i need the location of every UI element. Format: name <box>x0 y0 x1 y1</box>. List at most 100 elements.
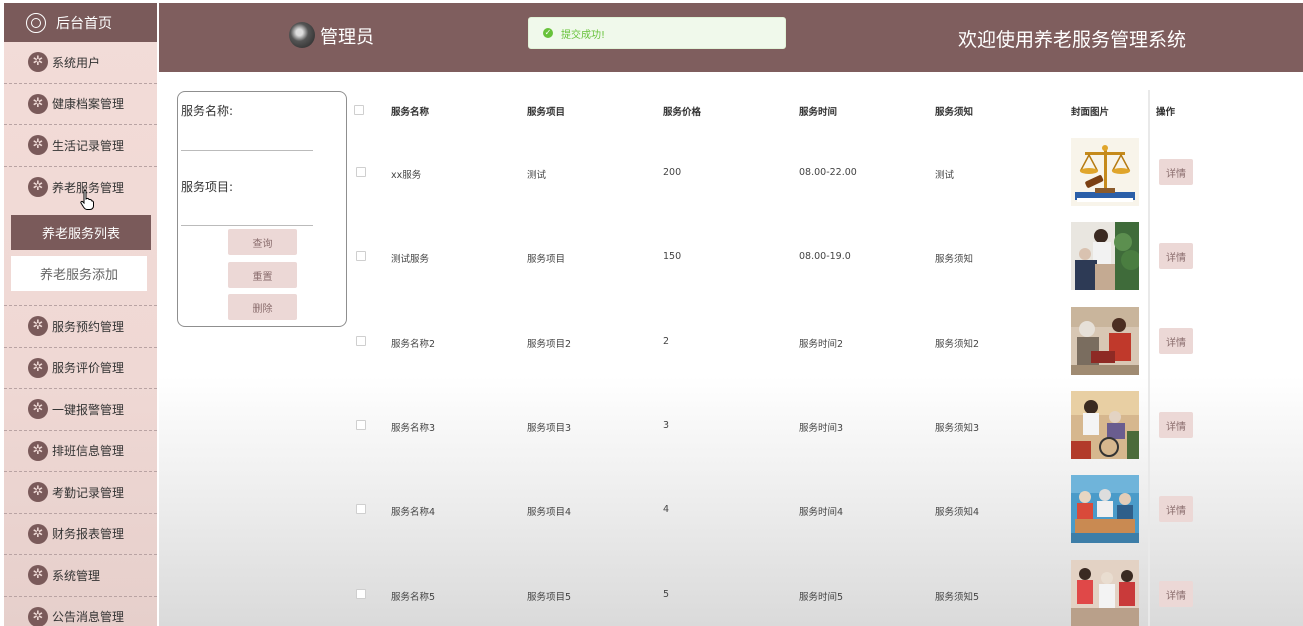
cover-image-group-table <box>1071 475 1139 543</box>
actions-column-divider <box>1148 90 1150 626</box>
sidebar-item-appointments[interactable]: 服务预约管理 <box>4 306 157 348</box>
menu-flower-icon <box>28 357 48 378</box>
search-panel: 服务名称: 服务项目: 查询 重置 删除 <box>177 91 347 327</box>
cell-item: 服务项目4 <box>527 507 572 518</box>
row-checkbox[interactable] <box>356 336 366 346</box>
cell-item: 服务项目 <box>527 254 566 265</box>
sidebar-home-label: 后台首页 <box>56 15 112 32</box>
sidebar-item-label: 系统管理 <box>52 568 101 583</box>
cell-price: 2 <box>663 336 670 347</box>
sidebar-item-attendance[interactable]: 考勤记录管理 <box>4 472 157 514</box>
sidebar-item-reviews[interactable]: 服务评价管理 <box>4 348 157 389</box>
delete-button[interactable]: 删除 <box>228 294 297 320</box>
menu-flower-icon <box>28 606 48 626</box>
system-title: 欢迎使用养老服务管理系统 <box>957 29 1186 51</box>
service-item-label: 服务项目: <box>181 180 234 194</box>
admin-name: 管理员 <box>320 27 374 48</box>
menu-flower-icon <box>28 399 48 420</box>
cell-item: 测试 <box>527 170 547 181</box>
sidebar-item-system-users[interactable]: 系统用户 <box>4 42 157 84</box>
sidebar: 后台首页 系统用户 健康档案管理 生活记录管理 养老服务管理 养老服务列表 养老… <box>4 3 157 626</box>
detail-button[interactable]: 详情 <box>1159 412 1193 438</box>
cell-price: 150 <box>663 251 682 262</box>
sidebar-item-health-records[interactable]: 健康档案管理 <box>4 84 157 125</box>
cell-time: 08.00-19.0 <box>799 251 851 262</box>
service-item-input[interactable] <box>181 203 313 223</box>
cell-name: 服务名称4 <box>391 507 436 518</box>
cell-notice: 服务须知5 <box>935 592 980 603</box>
row-checkbox[interactable] <box>356 589 366 599</box>
menu-flower-icon <box>28 135 48 156</box>
sidebar-item-label: 服务评价管理 <box>52 361 125 376</box>
cell-item: 服务项目3 <box>527 423 572 434</box>
column-header-notice: 服务须知 <box>935 107 974 118</box>
service-name-label: 服务名称: <box>181 104 234 118</box>
menu-flower-icon <box>28 482 48 503</box>
menu-flower-icon <box>28 565 48 586</box>
detail-button[interactable]: 详情 <box>1159 243 1193 269</box>
cell-price: 200 <box>663 167 682 178</box>
cell-time: 08.00-22.00 <box>799 167 857 178</box>
sidebar-item-label: 服务预约管理 <box>52 319 125 334</box>
detail-button[interactable]: 详情 <box>1159 159 1193 185</box>
sidebar-item-label: 系统用户 <box>52 55 101 70</box>
cell-time: 服务时间4 <box>799 507 844 518</box>
sidebar-item-label: 财务报表管理 <box>52 527 125 542</box>
sidebar-item-label: 排班信息管理 <box>52 444 125 459</box>
sidebar-home-link[interactable]: 后台首页 <box>4 3 157 42</box>
menu-flower-icon <box>28 316 48 337</box>
menu-flower-icon <box>28 52 48 73</box>
submenu-service-add[interactable]: 养老服务添加 <box>11 256 147 291</box>
row-checkbox[interactable] <box>356 167 366 177</box>
service-item-underline <box>181 225 313 226</box>
query-button[interactable]: 查询 <box>228 229 297 255</box>
cell-item: 服务项目5 <box>527 592 572 603</box>
row-checkbox[interactable] <box>356 251 366 261</box>
avatar[interactable] <box>289 22 315 48</box>
column-header-time: 服务时间 <box>799 107 838 118</box>
row-checkbox[interactable] <box>356 420 366 430</box>
cell-notice: 测试 <box>935 170 955 181</box>
sidebar-item-announcements[interactable]: 公告消息管理 <box>4 597 157 626</box>
hand-cursor-icon <box>80 190 94 210</box>
cell-time: 服务时间2 <box>799 339 844 350</box>
detail-button[interactable]: 详情 <box>1159 496 1193 522</box>
service-name-input[interactable] <box>181 127 313 147</box>
cell-name: 服务名称2 <box>391 339 436 350</box>
detail-button[interactable]: 详情 <box>1159 328 1193 354</box>
cell-time: 服务时间5 <box>799 592 844 603</box>
sidebar-item-life-records[interactable]: 生活记录管理 <box>4 125 157 167</box>
submenu-service-list[interactable]: 养老服务列表 <box>11 215 151 250</box>
cell-price: 3 <box>663 420 670 431</box>
cell-name: xx服务 <box>391 170 422 181</box>
cell-notice: 服务须知 <box>935 254 974 265</box>
sidebar-item-alarms[interactable]: 一键报警管理 <box>4 389 157 431</box>
cell-name: 服务名称3 <box>391 423 436 434</box>
cell-item: 服务项目2 <box>527 339 572 350</box>
column-header-name: 服务名称 <box>391 107 430 118</box>
sidebar-item-scheduling[interactable]: 排班信息管理 <box>4 431 157 472</box>
cell-price: 4 <box>663 504 670 515</box>
column-header-item: 服务项目 <box>527 107 566 118</box>
cover-image-wheelchair <box>1071 391 1139 459</box>
sidebar-item-finance[interactable]: 财务报表管理 <box>4 514 157 555</box>
cover-image-gathering <box>1071 560 1139 626</box>
sidebar-item-label: 生活记录管理 <box>52 138 125 153</box>
submenu: 养老服务列表 养老服务添加 <box>4 215 157 306</box>
reset-button[interactable]: 重置 <box>228 262 297 288</box>
sidebar-item-label: 健康档案管理 <box>52 97 125 112</box>
cell-time: 服务时间3 <box>799 423 844 434</box>
column-header-actions: 操作 <box>1156 107 1176 118</box>
sidebar-item-system[interactable]: 系统管理 <box>4 555 157 597</box>
column-header-price: 服务价格 <box>663 107 702 118</box>
cell-notice: 服务须知2 <box>935 339 980 350</box>
cell-price: 5 <box>663 589 670 600</box>
service-name-underline <box>181 150 313 151</box>
menu-flower-icon <box>28 523 48 544</box>
check-circle-icon: ✓ <box>543 28 553 38</box>
menu-flower-icon <box>28 440 48 461</box>
cover-image-elder-care <box>1071 307 1139 375</box>
select-all-checkbox[interactable] <box>354 105 364 115</box>
detail-button[interactable]: 详情 <box>1159 581 1193 607</box>
row-checkbox[interactable] <box>356 504 366 514</box>
